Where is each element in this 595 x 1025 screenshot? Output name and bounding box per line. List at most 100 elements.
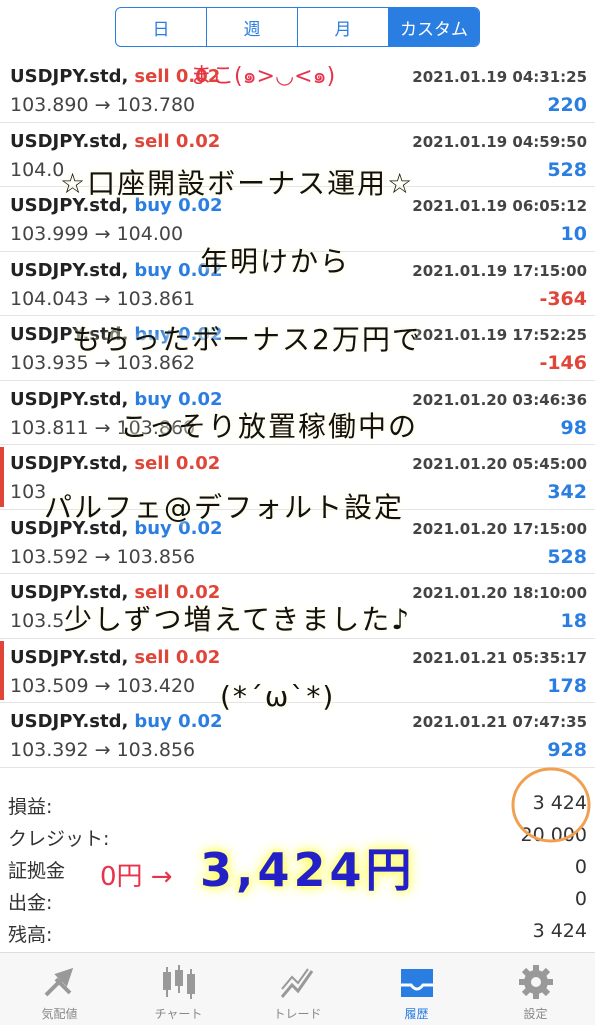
trade-datetime: 2021.01.20 18:10:00 bbox=[412, 584, 587, 602]
trade-profit: 342 bbox=[547, 481, 587, 503]
lot-label: 0.02 bbox=[175, 130, 221, 152]
trade-prices: 103.5 bbox=[10, 610, 65, 632]
summary-label: 損益: bbox=[8, 796, 53, 818]
trade-datetime: 2021.01.21 07:47:35 bbox=[412, 713, 587, 731]
trade-datetime: 2021.01.19 04:31:25 bbox=[412, 68, 587, 86]
trade-profit: 928 bbox=[547, 739, 587, 761]
trade-profit: 528 bbox=[547, 545, 587, 568]
side-label: buy bbox=[134, 259, 172, 281]
lot-label: 0.02 bbox=[175, 646, 221, 668]
highlight-circle bbox=[511, 767, 591, 843]
chart-candles-icon bbox=[162, 965, 195, 999]
trade-profit: 10 bbox=[560, 223, 587, 245]
handwriting-line-1: ☆口座開設ボーナス運用☆ bbox=[60, 167, 415, 200]
side-label: buy bbox=[134, 711, 172, 732]
symbol-label: USDJPY.std, bbox=[10, 453, 129, 474]
trade-side: buy 0.02 bbox=[134, 711, 222, 732]
tab-settings-label: 設定 bbox=[523, 1007, 548, 1021]
trade-prices: 103.509 → 103.420 bbox=[10, 674, 196, 697]
tab-settings[interactable]: 設定 bbox=[476, 953, 595, 1025]
trade-prices: 103.392 → 103.856 bbox=[10, 739, 196, 761]
trade-datetime: 2021.01.19 17:15:00 bbox=[412, 261, 587, 280]
handwriting-from-zero: 0円 → bbox=[100, 862, 173, 892]
trade-datetime: 2021.01.21 05:35:17 bbox=[412, 648, 587, 667]
tab-week[interactable]: 週 bbox=[207, 8, 298, 46]
trade-prices: 103.592 → 103.856 bbox=[10, 545, 196, 568]
lot-label: 0.02 bbox=[175, 453, 221, 474]
side-label: sell bbox=[134, 453, 170, 474]
tab-custom[interactable]: カスタム bbox=[389, 8, 479, 46]
trade-profit: 178 bbox=[547, 674, 587, 697]
symbol-label: USDJPY.std, bbox=[10, 646, 129, 668]
handwriting-total: 3,424円 bbox=[200, 843, 416, 897]
handwriting-line-7: (*´ω`*) bbox=[220, 680, 336, 713]
trade-symbol: USDJPY.std, buy 0.02 bbox=[10, 711, 223, 732]
tab-history-label: 履歴 bbox=[404, 1007, 429, 1021]
author-scribble: まこ(๑>◡<๑) bbox=[190, 64, 336, 89]
trade-datetime: 2021.01.19 17:52:25 bbox=[412, 326, 587, 344]
tab-chart[interactable]: チャート bbox=[119, 953, 238, 1025]
trade-profit: 18 bbox=[560, 610, 587, 632]
tab-trade-label: トレード bbox=[273, 1007, 322, 1021]
summary-label: 出金: bbox=[8, 892, 53, 914]
side-label: sell bbox=[134, 66, 170, 87]
period-segmented-control: 日 週 月 カスタム bbox=[115, 7, 480, 47]
bottom-tab-bar: 気配値 チャート トレード 履歴 設定 bbox=[0, 952, 595, 1025]
trade-symbol: USDJPY.std, sell 0.02 bbox=[10, 131, 220, 152]
tab-quotes-label: 気配値 bbox=[41, 1007, 78, 1021]
summary-row: 残高: 3 424 bbox=[0, 916, 595, 948]
trade-symbol: USDJPY.std, buy 0.02 bbox=[10, 260, 223, 281]
trade-datetime: 2021.01.20 05:45:00 bbox=[412, 455, 587, 473]
trade-profit: 220 bbox=[547, 94, 587, 116]
symbol-label: USDJPY.std, bbox=[10, 66, 129, 87]
trade-profit: 98 bbox=[560, 416, 587, 439]
symbol-label: USDJPY.std, bbox=[10, 259, 129, 281]
side-label: sell bbox=[134, 130, 170, 152]
gear-icon bbox=[518, 965, 553, 999]
tab-trade[interactable]: トレード bbox=[238, 953, 357, 1025]
trade-side: sell 0.02 bbox=[134, 131, 220, 152]
summary-value: 0 bbox=[574, 856, 587, 878]
trade-symbol: USDJPY.std, sell 0.02 bbox=[10, 66, 220, 87]
trade-datetime: 2021.01.20 03:46:36 bbox=[412, 390, 587, 409]
lot-label: 0.02 bbox=[178, 711, 223, 732]
trade-side: sell 0.02 bbox=[134, 453, 220, 474]
trade-prices: 103 bbox=[10, 481, 47, 503]
history-inbox-icon bbox=[400, 969, 433, 997]
handwriting-line-5: パルフェ@デフォルト設定 bbox=[44, 491, 405, 524]
trade-prices: 103.890 → 103.780 bbox=[10, 94, 196, 116]
handwriting-line-2: 年明けから bbox=[200, 245, 351, 278]
summary-value: 0 bbox=[574, 888, 587, 910]
trade-prices: 103.999 → 104.00 bbox=[10, 223, 184, 245]
handwriting-line-3: もらったボーナス2万円で bbox=[72, 323, 422, 356]
period-bar: 日 週 月 カスタム bbox=[0, 0, 595, 58]
summary-value: 3 424 bbox=[532, 920, 587, 942]
symbol-label: USDJPY.std, bbox=[10, 711, 129, 732]
trade-profit: -146 bbox=[539, 352, 587, 374]
summary-label: クレジット: bbox=[8, 828, 110, 850]
trade-profit: 528 bbox=[547, 158, 587, 181]
symbol-label: USDJPY.std, bbox=[10, 388, 129, 410]
tab-quotes[interactable]: 気配値 bbox=[0, 953, 119, 1025]
side-label: sell bbox=[134, 646, 170, 668]
quotes-icon bbox=[44, 967, 73, 997]
trade-datetime: 2021.01.19 06:05:12 bbox=[412, 197, 587, 215]
trade-symbol: USDJPY.std, sell 0.02 bbox=[10, 453, 220, 474]
trade-side: sell 0.02 bbox=[134, 647, 220, 668]
trade-datetime: 2021.01.20 17:15:00 bbox=[412, 519, 587, 538]
tab-month[interactable]: 月 bbox=[298, 8, 389, 46]
tab-chart-label: チャート bbox=[154, 1007, 203, 1021]
handwriting-line-4: こっそり放置稼働中の bbox=[120, 410, 419, 443]
trade-symbol: USDJPY.std, sell 0.02 bbox=[10, 647, 220, 668]
summary-row: 損益: 3 424 bbox=[0, 788, 595, 820]
summary-label: 残高: bbox=[8, 924, 53, 946]
tab-day[interactable]: 日 bbox=[116, 8, 207, 46]
trade-datetime: 2021.01.19 04:59:50 bbox=[412, 132, 587, 151]
trade-icon bbox=[280, 968, 313, 998]
tab-history[interactable]: 履歴 bbox=[357, 953, 476, 1025]
trade-prices: 104.043 → 103.861 bbox=[10, 287, 196, 310]
trade-prices: 104.0 bbox=[10, 158, 65, 181]
summary-label: 証拠金 bbox=[8, 860, 66, 882]
handwriting-line-6: 少しずつ増えてきました♪ bbox=[64, 603, 412, 636]
symbol-label: USDJPY.std, bbox=[10, 130, 129, 152]
